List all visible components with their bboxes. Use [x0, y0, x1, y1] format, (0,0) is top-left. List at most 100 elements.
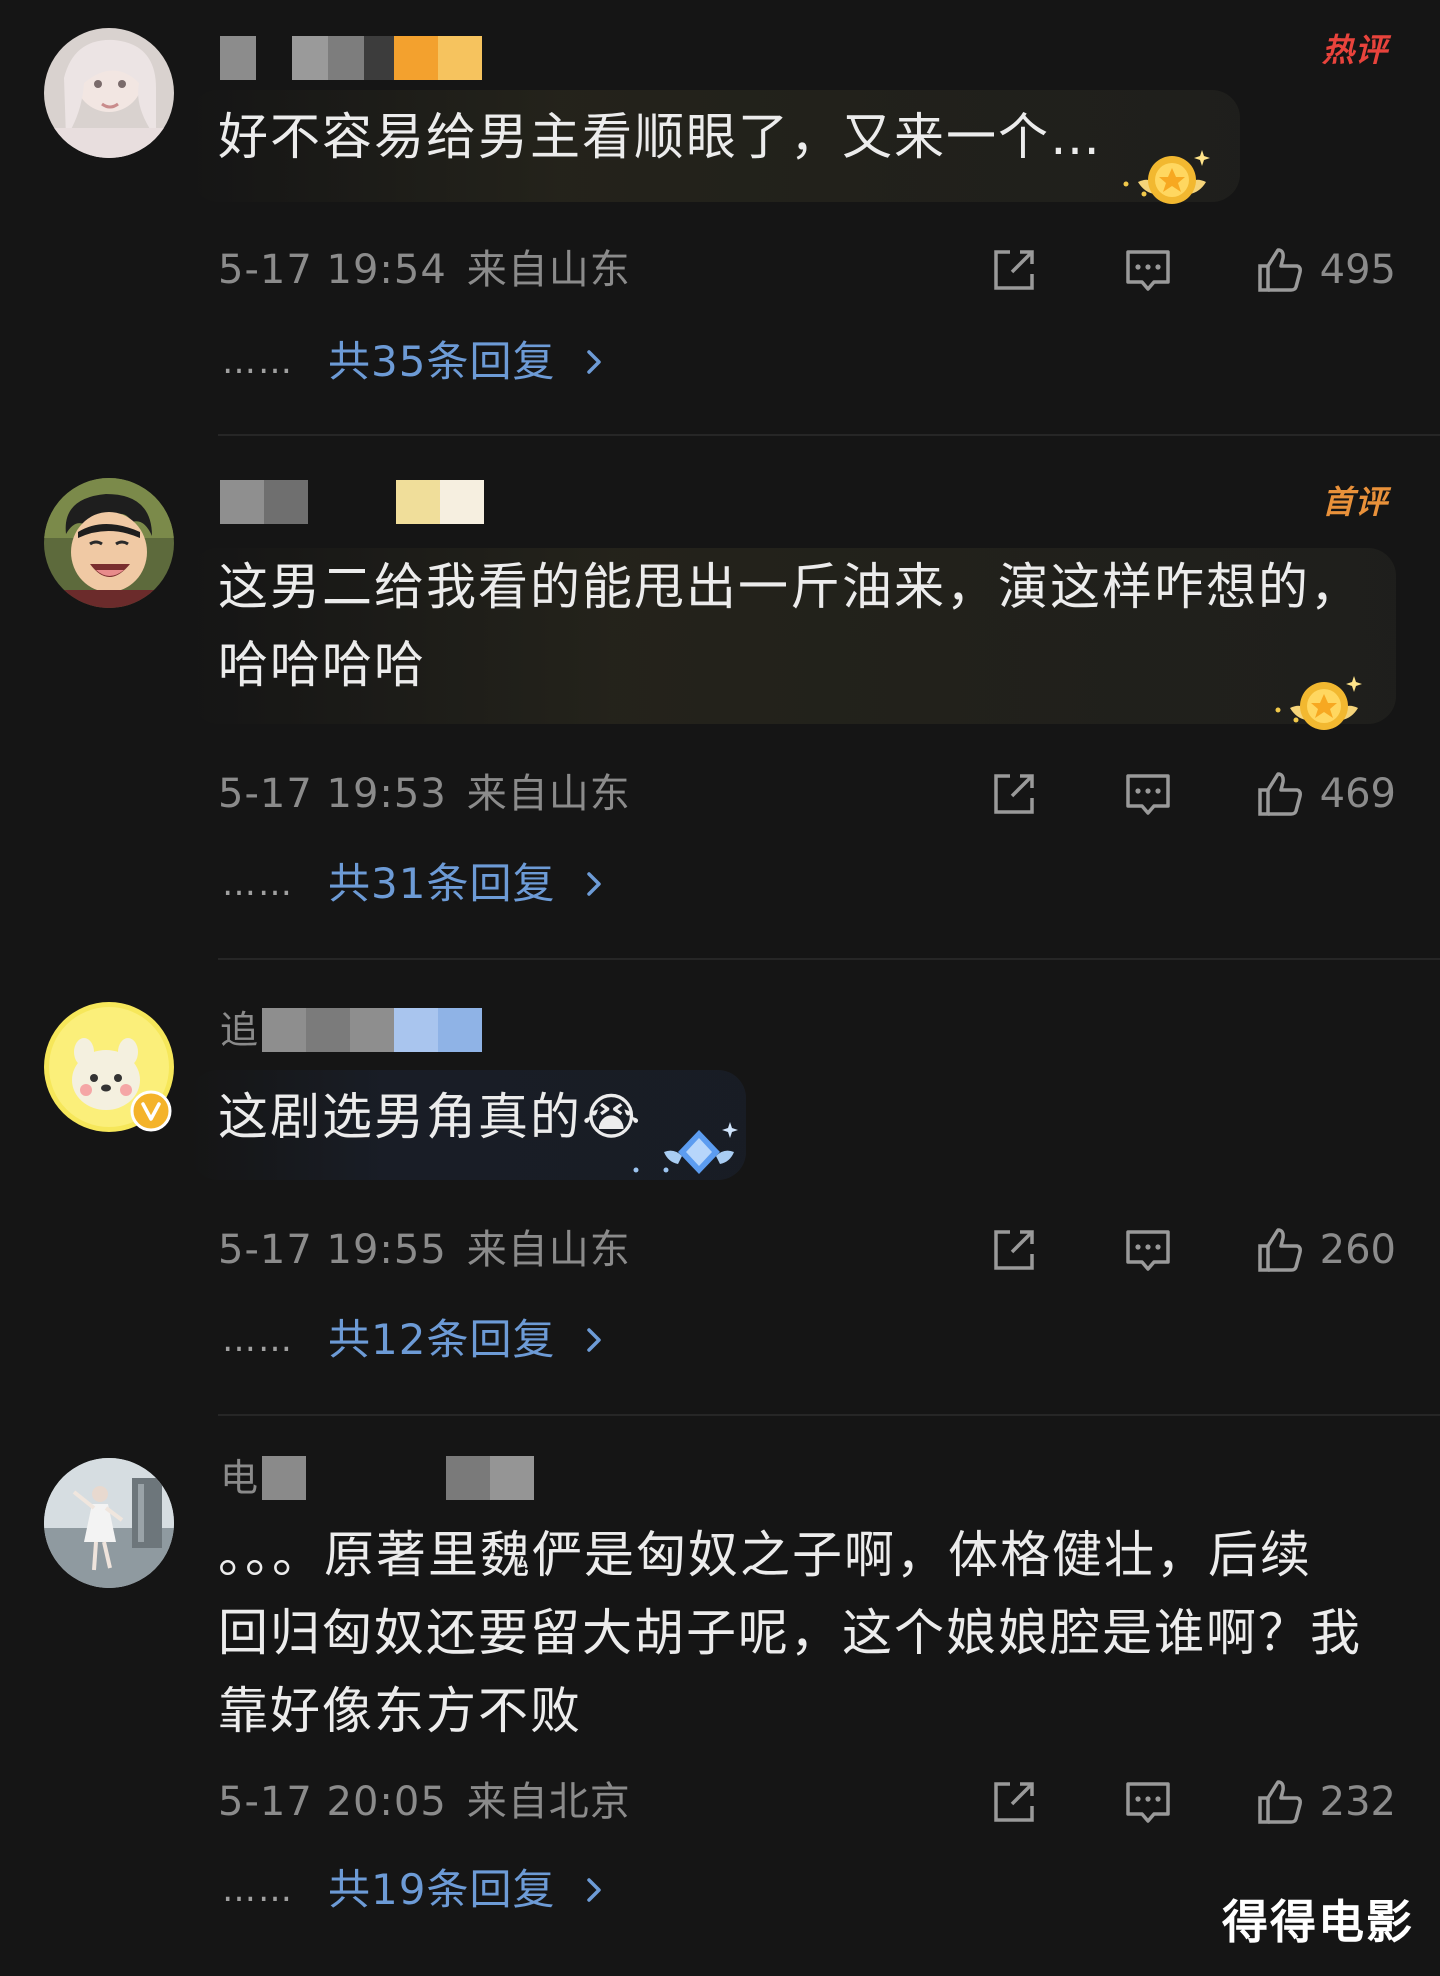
- comment-text: 。。。原著里魏俨是匈奴之子啊，体格健壮，后续 回归匈奴还要留大胡子呢，这个娘娘腔…: [218, 1526, 1362, 1740]
- mask-block: [308, 480, 396, 524]
- avatar[interactable]: [44, 28, 174, 158]
- more-dots: ……: [222, 864, 294, 904]
- mask-block: [364, 36, 394, 80]
- share-icon[interactable]: [988, 1776, 1040, 1828]
- like-count: 232: [1319, 1779, 1396, 1825]
- reply-row[interactable]: …… 共31条回复: [222, 854, 609, 914]
- like-count: 469: [1319, 771, 1396, 817]
- replies-count: 共19条回复: [328, 1865, 556, 1914]
- comment-meta: 5-17 19:54 来自山东 495: [218, 240, 1396, 300]
- username-prefix: 电: [220, 1456, 259, 1500]
- mask-block: [256, 36, 292, 80]
- mask-block: [264, 480, 308, 524]
- avatar-anime-boy-icon: [44, 478, 174, 608]
- avatar[interactable]: [44, 1458, 174, 1588]
- gold-medal-icon: [1262, 660, 1372, 740]
- more-dots: ……: [222, 342, 294, 382]
- replies-count: 共31条回复: [328, 859, 556, 908]
- watermark: 得得电影: [1222, 1895, 1414, 1949]
- timestamp: 5-17 19:55: [218, 1227, 447, 1273]
- verified-badge-icon: [130, 1090, 172, 1132]
- view-replies-link[interactable]: 共19条回复: [328, 1860, 609, 1920]
- like-count: 495: [1319, 247, 1396, 293]
- mask-block: [438, 1008, 483, 1052]
- location: 来自北京: [466, 1779, 631, 1825]
- mask-block: [394, 1008, 439, 1052]
- username-masked[interactable]: [220, 480, 484, 524]
- mask-block: [306, 1008, 351, 1052]
- share-icon[interactable]: [988, 244, 1040, 296]
- timestamp: 5-17 19:54: [218, 247, 447, 293]
- chevron-right-icon: [579, 342, 609, 382]
- comment-icon[interactable]: [1122, 768, 1174, 820]
- timestamp: 5-17 19:53: [218, 771, 447, 817]
- comment-actions: 469: [988, 764, 1396, 824]
- thumbs-up-icon[interactable]: [1254, 768, 1306, 820]
- comment-text: 这男二给我看的能甩出一斤油来，演这样咋想的， 哈哈哈哈: [218, 558, 1362, 694]
- more-dots: ……: [222, 1870, 294, 1910]
- mask-block: [396, 480, 440, 524]
- comment-feed: 热评 好不容易给男主看顺眼了，又来一个… 5-17 19:54 来自山东 495…: [0, 0, 1440, 1976]
- comment-meta: 5-17 20:05 来自北京 232: [218, 1772, 1396, 1832]
- more-dots: ……: [222, 1320, 294, 1360]
- view-replies-link[interactable]: 共35条回复: [328, 332, 609, 392]
- like-count: 260: [1319, 1227, 1396, 1273]
- username-masked[interactable]: [220, 36, 482, 80]
- replies-count: 共35条回复: [328, 337, 556, 386]
- mask-block: [262, 1456, 307, 1500]
- location: 来自山东: [466, 771, 631, 817]
- share-icon[interactable]: [988, 1224, 1040, 1276]
- mask-block: [440, 480, 484, 524]
- avatar-girl-portrait-icon: [44, 28, 174, 158]
- divider: [218, 1414, 1440, 1416]
- reply-row[interactable]: …… 共12条回复: [222, 1310, 609, 1370]
- view-replies-link[interactable]: 共31条回复: [328, 854, 609, 914]
- location: 来自山东: [466, 1227, 631, 1273]
- mask-block: [328, 36, 364, 80]
- comment-text: 好不容易给男主看顺眼了，又来一个…: [218, 108, 1102, 166]
- thumbs-up-icon[interactable]: [1254, 1224, 1306, 1276]
- mask-block: [220, 36, 256, 80]
- reply-row[interactable]: …… 共35条回复: [222, 332, 609, 392]
- comment-icon[interactable]: [1122, 1776, 1174, 1828]
- comment-actions: 260: [988, 1220, 1396, 1280]
- mask-block: [394, 36, 438, 80]
- mask-block: [350, 1008, 395, 1052]
- comment-meta: 5-17 19:55 来自山东 260: [218, 1220, 1396, 1280]
- mask-block: [220, 480, 264, 524]
- username-prefix: 追: [220, 1008, 259, 1052]
- blue-diamond-medal-icon: [630, 1108, 740, 1188]
- chevron-right-icon: [579, 864, 609, 904]
- replies-count: 共12条回复: [328, 1315, 556, 1364]
- first-comment-badge: 首评: [1321, 483, 1388, 521]
- divider: [218, 958, 1440, 960]
- thumbs-up-icon[interactable]: [1254, 244, 1306, 296]
- mask-block: [262, 1008, 307, 1052]
- avatar-dancer-photo-icon: [44, 1458, 174, 1588]
- gold-medal-icon: [1110, 134, 1220, 214]
- comment-actions: 232: [988, 1772, 1396, 1832]
- chevron-right-icon: [579, 1320, 609, 1360]
- mask-block: [490, 1456, 535, 1500]
- chevron-right-icon: [579, 1870, 609, 1910]
- mask-block: [306, 1456, 446, 1500]
- comment-text: 这剧选男角真的😭: [218, 1088, 643, 1146]
- mask-block: [292, 36, 328, 80]
- comment-icon[interactable]: [1122, 244, 1174, 296]
- reply-row[interactable]: …… 共19条回复: [222, 1860, 609, 1920]
- view-replies-link[interactable]: 共12条回复: [328, 1310, 609, 1370]
- comment-meta: 5-17 19:53 来自山东 469: [218, 764, 1396, 824]
- divider: [218, 434, 1440, 436]
- mask-block: [438, 36, 482, 80]
- hot-comment-badge: 热评: [1321, 31, 1388, 69]
- comment-actions: 495: [988, 240, 1396, 300]
- username-masked[interactable]: 电: [220, 1456, 535, 1500]
- mask-block: [446, 1456, 491, 1500]
- username-masked[interactable]: 追: [220, 1008, 483, 1052]
- thumbs-up-icon[interactable]: [1254, 1776, 1306, 1828]
- share-icon[interactable]: [988, 768, 1040, 820]
- comment-icon[interactable]: [1122, 1224, 1174, 1276]
- location: 来自山东: [466, 247, 631, 293]
- avatar[interactable]: [44, 478, 174, 608]
- timestamp: 5-17 20:05: [218, 1779, 447, 1825]
